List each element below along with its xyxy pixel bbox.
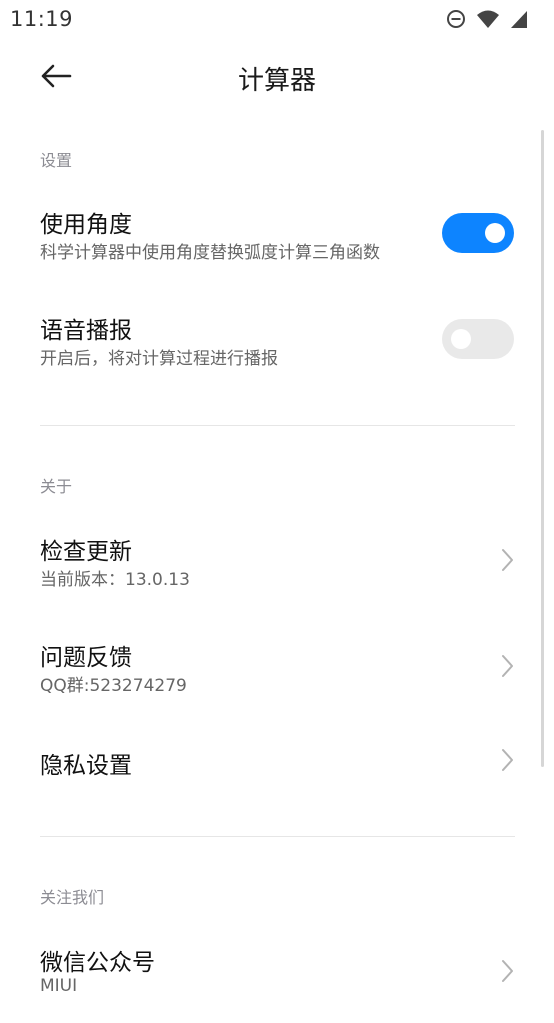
chevron-right-icon xyxy=(498,547,516,573)
use-degrees-toggle[interactable] xyxy=(442,213,514,253)
voice-title: 语音播报 xyxy=(40,318,132,344)
page-title: 计算器 xyxy=(237,66,316,96)
signal-icon xyxy=(510,9,528,29)
use-degrees-subtitle: 科学计算器中使用角度替换弧度计算三角函数 xyxy=(40,243,380,263)
divider xyxy=(40,836,515,837)
use-degrees-title: 使用角度 xyxy=(40,212,132,238)
feedback-title: 问题反馈 xyxy=(40,645,132,671)
check-update-subtitle: 当前版本：13.0.13 xyxy=(40,570,190,590)
about-row-feedback[interactable]: 问题反馈 QQ群:523274279 xyxy=(0,638,554,718)
chevron-right-icon xyxy=(498,747,516,773)
wechat-title: 微信公众号 xyxy=(40,950,155,976)
status-icons xyxy=(446,9,528,29)
voice-toggle[interactable] xyxy=(442,319,514,359)
section-label-follow: 关注我们 xyxy=(40,888,105,907)
follow-row-wechat[interactable]: 微信公众号 MIUI xyxy=(0,943,554,1023)
voice-subtitle: 开启后，将对计算过程进行播报 xyxy=(40,349,278,369)
section-label-about: 关于 xyxy=(40,477,73,496)
chevron-right-icon xyxy=(498,653,516,679)
toggle-knob xyxy=(451,329,471,349)
toggle-knob xyxy=(485,223,505,243)
feedback-subtitle: QQ群:523274279 xyxy=(40,676,187,696)
divider xyxy=(40,425,515,426)
wechat-subtitle: MIUI xyxy=(40,976,78,996)
do-not-disturb-icon xyxy=(446,9,466,29)
status-time: 11:19 xyxy=(10,7,74,31)
wifi-icon xyxy=(476,9,500,29)
chevron-right-icon xyxy=(498,958,516,984)
about-row-privacy[interactable]: 隐私设置 xyxy=(0,746,554,826)
status-bar: 11:19 xyxy=(0,0,554,40)
privacy-title: 隐私设置 xyxy=(40,753,132,779)
header: 计算器 xyxy=(0,50,554,106)
about-row-check-update[interactable]: 检查更新 当前版本：13.0.13 xyxy=(0,532,554,612)
section-label-settings: 设置 xyxy=(40,151,73,170)
check-update-title: 检查更新 xyxy=(40,539,132,565)
